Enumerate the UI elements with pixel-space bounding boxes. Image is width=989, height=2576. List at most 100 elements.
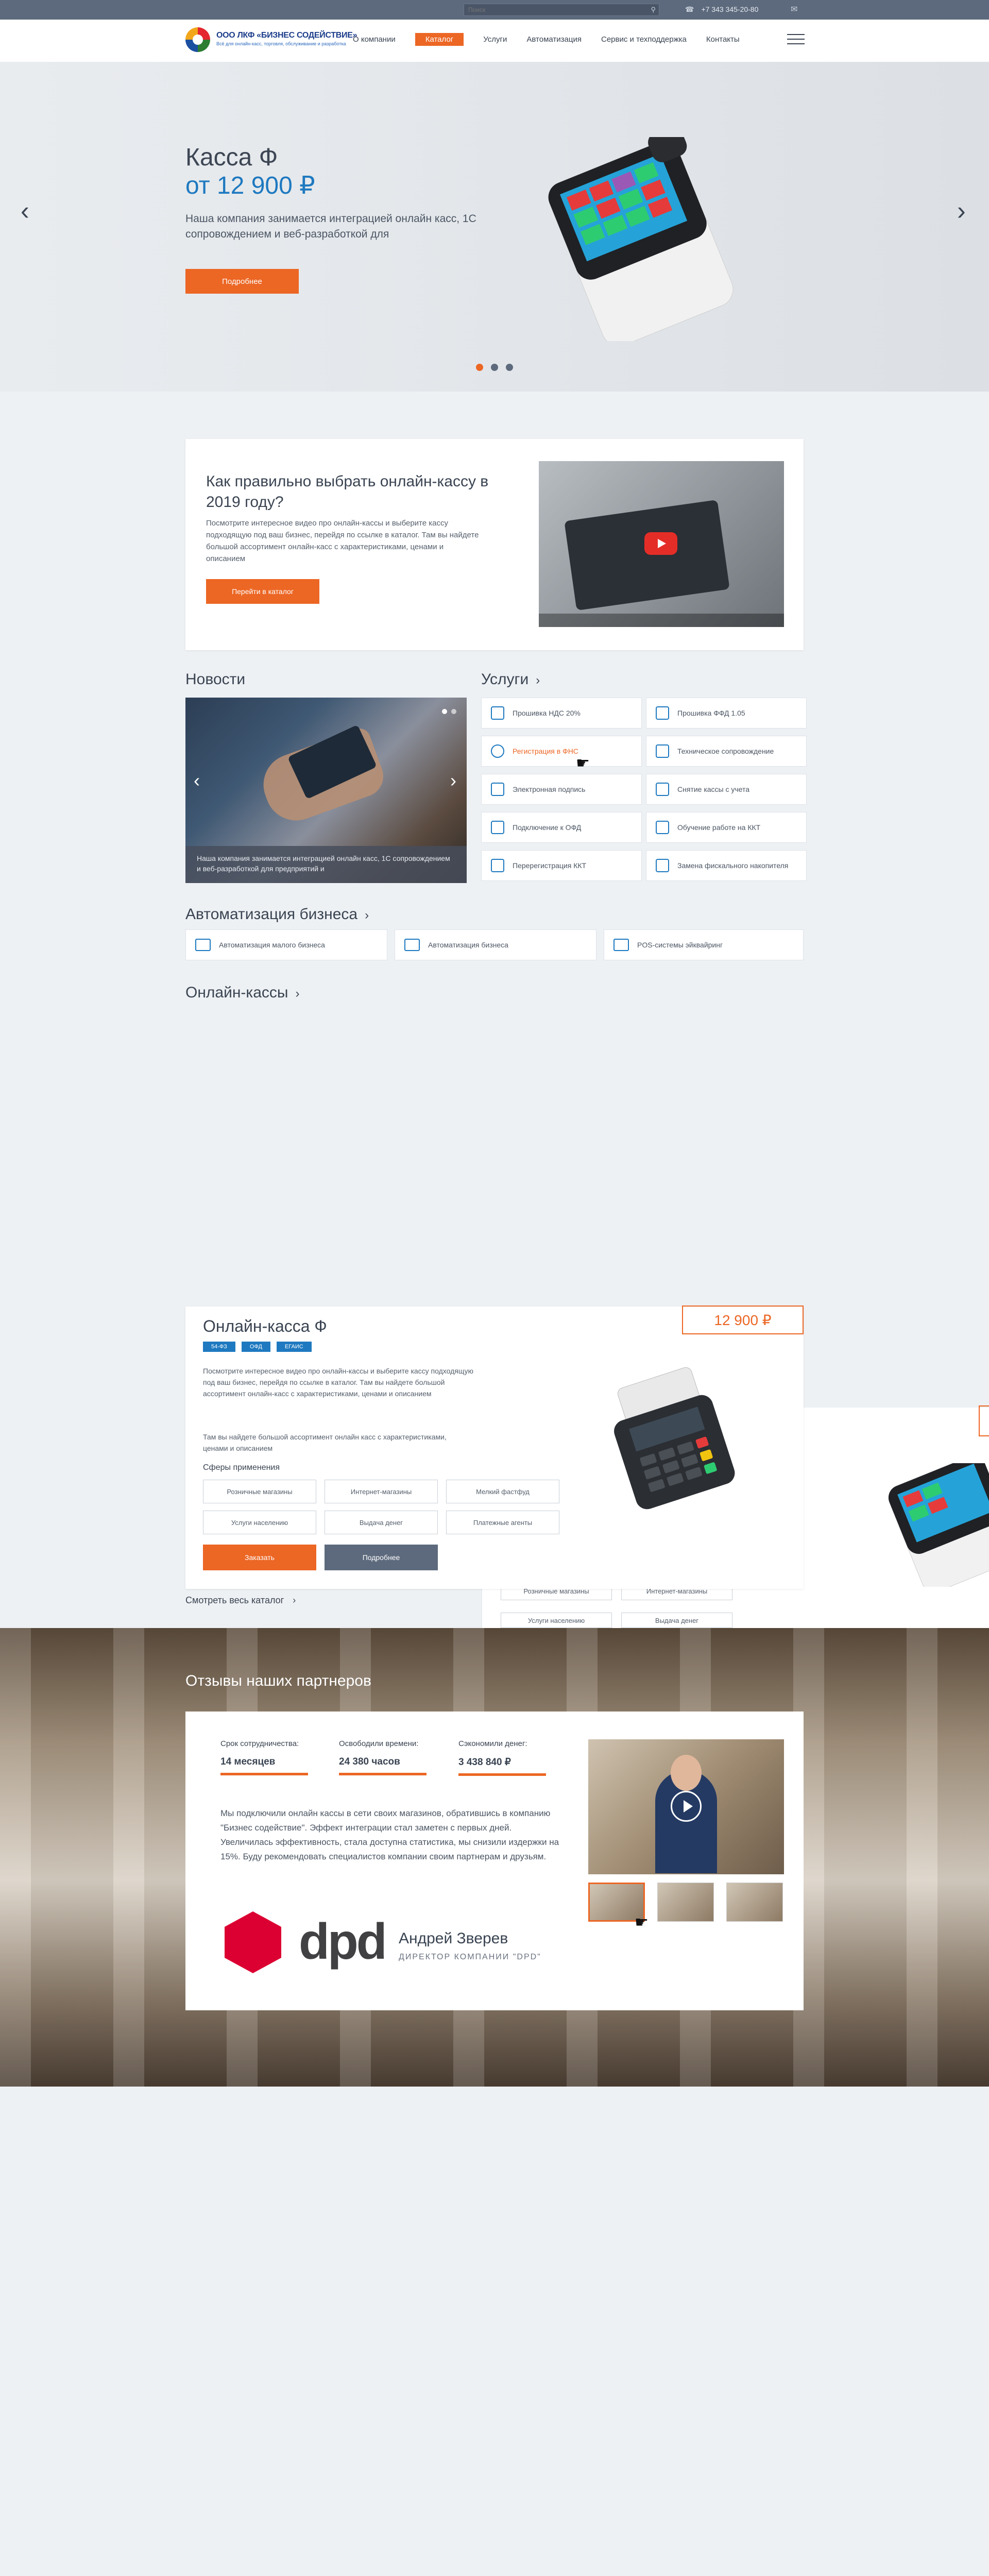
logo-title[interactable]: ООО ЛКФ «БИЗНЕС СОДЕЙСТВИЕ» [216, 31, 357, 40]
phone-icon: ☎ [685, 5, 694, 13]
sphere-chip[interactable]: Платежные агенты [446, 1511, 559, 1534]
hero-dot-3[interactable] [506, 364, 513, 371]
automation-heading[interactable]: Автоматизация бизнеса › [185, 906, 369, 923]
search-input[interactable] [464, 4, 639, 15]
sphere-chip[interactable]: Выдача денег [325, 1511, 438, 1534]
news-caption[interactable]: Наша компания занимается интеграцией онл… [185, 846, 467, 883]
service-item[interactable]: Регистрация в ФНС [481, 736, 642, 767]
spheres-label: Сферы применения [203, 1463, 280, 1472]
nav-automation[interactable]: Автоматизация [526, 33, 582, 46]
phone-number[interactable]: +7 343 345-20-80 [701, 5, 758, 13]
review-thumbnail[interactable] [657, 1883, 714, 1922]
see-all-label[interactable]: Смотреть весь каталог [185, 1595, 284, 1605]
news-dot-2[interactable] [451, 709, 456, 714]
automation-item[interactable]: Автоматизация малого бизнеса [185, 929, 387, 960]
video-controls[interactable] [539, 614, 784, 627]
nav-about[interactable]: О компании [353, 33, 396, 46]
card-terminal-icon [613, 939, 629, 951]
hero-dot-1[interactable] [476, 364, 483, 371]
product-price: 12 900 ₽ [682, 1306, 804, 1334]
news-slider[interactable]: ‹ › Наша компания занимается интеграцией… [185, 698, 467, 883]
firmware-icon [491, 706, 504, 720]
nav-catalog[interactable]: Каталог [415, 33, 464, 46]
news-next-arrow-icon[interactable]: › [450, 770, 456, 791]
sphere-chip[interactable]: Мелкий фастфуд [446, 1480, 559, 1503]
youtube-play-icon[interactable] [644, 532, 677, 555]
search-box[interactable]: ⚲ [464, 4, 659, 16]
sphere-chip: Выдача денег [621, 1613, 732, 1628]
hero-price: от 12 900 ₽ [185, 172, 315, 199]
nav-support[interactable]: Сервис и техподдержка [601, 33, 687, 46]
stat-value: 14 месяцев [220, 1756, 276, 1767]
sphere-chip[interactable]: Интернет-магазины [325, 1480, 438, 1503]
nav-contacts[interactable]: Контакты [706, 33, 740, 46]
service-label: Прошивка ФФД 1.05 [677, 709, 745, 717]
chevron-right-icon[interactable]: › [293, 1595, 296, 1605]
service-item[interactable]: Техническое сопровождение [646, 736, 807, 767]
hero-next-arrow-icon[interactable]: › [957, 196, 966, 226]
review-video[interactable] [588, 1739, 784, 1874]
promo-title: Как правильно выбрать онлайн-кассу в 201… [206, 473, 489, 511]
go-to-catalog-button[interactable]: Перейти в каталог [206, 579, 319, 604]
news-dot-1[interactable] [442, 709, 447, 714]
hero-dot-2[interactable] [491, 364, 498, 371]
order-button[interactable]: Заказать [203, 1545, 316, 1570]
service-item[interactable]: Электронная подпись [481, 774, 642, 805]
product-terminal-image [614, 1367, 735, 1510]
product-title[interactable]: Онлайн-касса Ф [203, 1317, 327, 1336]
logout-icon [656, 783, 669, 796]
storage-icon [656, 859, 669, 872]
stat-underline [458, 1773, 546, 1776]
service-label: Техническое сопровождение [677, 747, 774, 755]
reviews-heading: Отзывы наших партнеров [185, 1672, 371, 1689]
online-kassy-heading-label[interactable]: Онлайн-кассы [185, 984, 288, 1001]
stat-label: Освободили времени: [339, 1739, 419, 1748]
sphere-chip[interactable]: Розничные магазины [203, 1480, 316, 1503]
news-heading: Новости [185, 671, 246, 688]
services-heading[interactable]: Услуги › [481, 671, 540, 688]
automation-item[interactable]: POS-системы эйквайринг [604, 929, 804, 960]
service-label: Перерегистрация ККТ [513, 861, 587, 870]
nav-services[interactable]: Услуги [483, 33, 507, 46]
play-icon[interactable] [671, 1791, 702, 1822]
service-label: Снятие кассы с учета [677, 785, 750, 793]
service-item[interactable]: Подключение к ОФД [481, 812, 642, 843]
register-icon [404, 939, 420, 951]
pos-terminal-image [548, 137, 734, 341]
hero-description: Наша компания занимается интеграцией онл… [185, 213, 476, 240]
hero-details-button[interactable]: Подробнее [185, 269, 299, 294]
chevron-right-icon[interactable]: › [365, 908, 369, 922]
service-item[interactable]: Замена фискального накопителя [646, 850, 807, 881]
cursor-hand-icon: ☛ [635, 1914, 649, 1931]
stat-value: 24 380 часов [339, 1756, 400, 1767]
mail-icon[interactable]: ✉ [791, 4, 797, 14]
promo-video[interactable] [539, 461, 784, 627]
stat-underline [220, 1773, 308, 1775]
automation-heading-label[interactable]: Автоматизация бизнеса [185, 906, 357, 923]
service-item[interactable]: Прошивка НДС 20% [481, 698, 642, 728]
news-prev-arrow-icon[interactable]: ‹ [194, 770, 200, 791]
service-item[interactable]: Перерегистрация ККТ [481, 850, 642, 881]
stat-value: 3 438 840 ₽ [458, 1757, 511, 1768]
sphere-chip[interactable]: Услуги населению [203, 1511, 316, 1534]
details-button[interactable]: Подробнее [325, 1545, 438, 1570]
cursor-hand-icon: ☛ [576, 755, 590, 772]
hero-prev-arrow-icon[interactable]: ‹ [21, 196, 29, 226]
service-item[interactable]: Прошивка ФФД 1.05 [646, 698, 807, 728]
automation-item[interactable]: Автоматизация бизнеса [395, 929, 596, 960]
stat-block: Срок сотрудничества: 14 месяцев [220, 1739, 308, 1775]
search-icon[interactable]: ⚲ [651, 6, 656, 14]
online-kassy-heading[interactable]: Онлайн-кассы › [185, 984, 299, 1002]
logo-icon[interactable] [185, 27, 210, 52]
phone-contact[interactable]: ☎ +7 343 345-20-80 [685, 5, 758, 14]
service-item[interactable]: Обучение работе на ККТ [646, 812, 807, 843]
menu-icon[interactable] [787, 34, 805, 45]
share-icon [491, 821, 504, 834]
review-thumbnail[interactable] [726, 1883, 783, 1922]
chevron-right-icon[interactable]: › [536, 673, 540, 687]
chevron-right-icon[interactable]: › [295, 987, 299, 1001]
service-item[interactable]: Снятие кассы с учета [646, 774, 807, 805]
see-all-catalog-link[interactable]: Смотреть весь каталог › [185, 1595, 296, 1606]
service-label: Подключение к ОФД [513, 823, 582, 832]
services-heading-label[interactable]: Услуги [481, 671, 528, 688]
